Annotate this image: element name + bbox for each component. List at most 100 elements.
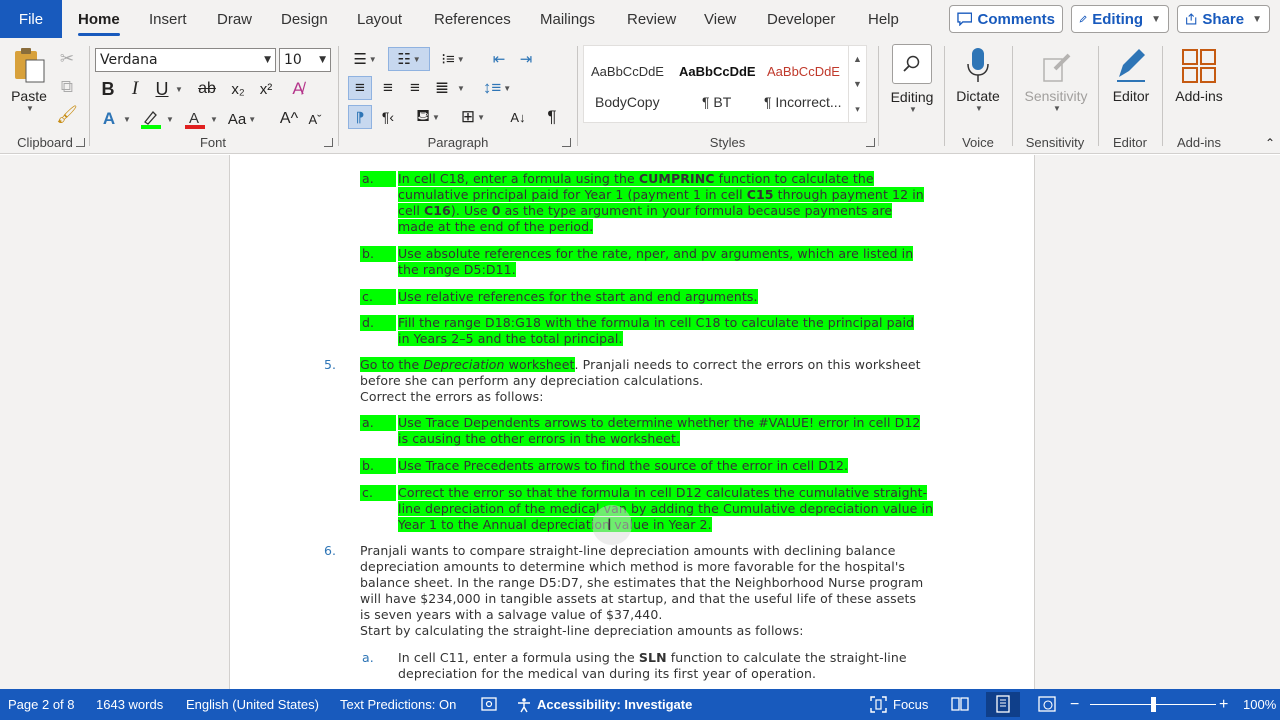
underline-button[interactable]: U [152, 77, 172, 101]
document-page[interactable]: a. In cell C18, enter a formula using th… [229, 155, 1035, 689]
tab-help[interactable]: Help [868, 0, 899, 38]
cut-icon[interactable]: ✂ [56, 48, 78, 70]
svg-text:A: A [189, 110, 199, 127]
print-layout-button[interactable] [986, 692, 1020, 717]
ltr-paragraph-icon[interactable]: ⁋ [348, 105, 372, 129]
underline-dropdown[interactable]: ▼ [172, 77, 184, 101]
tab-home[interactable]: Home [78, 0, 120, 38]
tab-references[interactable]: References [434, 0, 511, 38]
line-spacing-button[interactable]: ↕≡ ▼ [480, 76, 514, 100]
print-layout-icon [996, 695, 1010, 713]
web-layout-icon[interactable] [1038, 695, 1056, 713]
increase-indent-icon[interactable]: ⇥ [514, 47, 538, 71]
clipboard-launcher-icon[interactable] [76, 138, 85, 147]
text-predictions-status[interactable]: Text Predictions: On [340, 689, 456, 720]
font-color-dropdown[interactable]: ▼ [207, 106, 219, 132]
shrink-font-icon[interactable]: Aˇ [304, 106, 326, 132]
align-center-icon[interactable]: ≡ [376, 76, 400, 100]
sort-icon[interactable]: A↓ [506, 105, 530, 129]
decrease-indent-icon[interactable]: ⇤ [487, 47, 511, 71]
text-effects-dropdown[interactable]: ▼ [120, 106, 132, 132]
comments-label: Comments [977, 10, 1055, 28]
focus-mode-button[interactable]: Focus [870, 689, 928, 720]
macro-recording-icon[interactable] [480, 695, 498, 713]
clear-formatting-icon[interactable]: A̸ [286, 77, 310, 101]
word-count[interactable]: 1643 words [96, 689, 163, 720]
font-color-button[interactable]: A [183, 106, 207, 132]
show-formatting-marks-icon[interactable]: ¶ [540, 105, 564, 129]
tab-insert[interactable]: Insert [149, 0, 187, 38]
justify-icon[interactable]: ≣ [430, 76, 454, 100]
borders-button[interactable]: ⊞ ▼ [455, 105, 491, 129]
strikethrough-button[interactable]: ab [196, 77, 218, 101]
dictate-button[interactable]: Dictate ▼ [949, 44, 1007, 113]
bullets-button[interactable]: ☰ ▼ [348, 47, 382, 71]
justify-dropdown[interactable]: ▼ [454, 76, 466, 100]
grow-font-button[interactable]: A^ [278, 106, 300, 132]
language-indicator[interactable]: English (United States) [186, 689, 319, 720]
align-right-icon[interactable]: ≡ [403, 76, 427, 100]
tab-layout[interactable]: Layout [357, 0, 402, 38]
sensitivity-button[interactable]: Sensitivity ▼ [1017, 44, 1095, 113]
accessibility-status[interactable]: Accessibility: Investigate [516, 689, 692, 720]
tab-file[interactable]: File [0, 0, 62, 38]
highlight-dropdown[interactable]: ▼ [163, 106, 175, 132]
list-marker: b. [360, 246, 396, 262]
paste-button[interactable]: Paste ▼ [6, 44, 52, 113]
zoom-level[interactable]: 100% [1243, 689, 1276, 720]
text-effects-icon[interactable]: A [98, 106, 120, 132]
share-button[interactable]: Share ▼ [1177, 5, 1270, 33]
tab-design[interactable]: Design [281, 0, 328, 38]
bold-button[interactable]: B [98, 77, 118, 101]
step-paragraph: Pranjali wants to compare straight-line … [360, 543, 923, 639]
tab-review[interactable]: Review [627, 0, 676, 38]
font-name-combobox[interactable]: Verdana ▼ [95, 48, 276, 72]
superscript-button[interactable]: x² [255, 77, 277, 101]
paragraph-launcher-icon[interactable] [562, 138, 571, 147]
voice-group: Dictate ▼ Voice [945, 42, 1011, 152]
font-size-combobox[interactable]: 10 ▼ [279, 48, 331, 72]
dictate-label: Dictate [956, 88, 1000, 104]
zoom-out-button[interactable]: − [1070, 689, 1079, 720]
tab-view[interactable]: View [704, 0, 736, 38]
paragraph-group-label: Paragraph [427, 135, 489, 150]
read-mode-icon[interactable] [951, 695, 969, 713]
chevron-down-icon: ▼ [248, 114, 257, 124]
italic-button[interactable]: I [125, 77, 145, 101]
tab-draw[interactable]: Draw [217, 0, 252, 38]
share-label: Share [1202, 10, 1245, 28]
zoom-in-button[interactable]: + [1219, 689, 1228, 720]
paste-icon [9, 44, 49, 88]
tab-mailings[interactable]: Mailings [540, 0, 595, 38]
rtl-paragraph-icon[interactable]: ¶‹ [376, 105, 400, 129]
font-launcher-icon[interactable] [324, 138, 333, 147]
addins-button[interactable]: Add-ins [1167, 44, 1231, 104]
text-line: depreciation for the medical van during … [398, 666, 817, 681]
shading-button[interactable]: ⛾ ▼ [410, 105, 446, 129]
comments-button[interactable]: Comments [949, 5, 1063, 33]
list-item: In cell C18, enter a formula using the C… [398, 171, 924, 235]
group-separator [577, 46, 578, 146]
styles-launcher-icon[interactable] [866, 138, 875, 147]
align-left-icon[interactable]: ≡ [348, 76, 372, 100]
format-painter-icon[interactable]: 🖌 [56, 104, 78, 126]
numbering-button[interactable]: ☷ ▼ [388, 47, 430, 71]
copy-icon[interactable]: ⧉ [56, 76, 78, 98]
share-icon [1186, 13, 1197, 25]
chevron-down-icon: ▼ [26, 104, 34, 113]
numbered-list-icon: ☷ [397, 51, 411, 68]
editor-button[interactable]: Editor [1103, 44, 1159, 104]
editing-mode-button[interactable]: Editing ▼ [1071, 5, 1169, 33]
page-count[interactable]: Page 2 of 8 [8, 689, 75, 720]
tab-developer[interactable]: Developer [767, 0, 835, 38]
collapse-ribbon-icon[interactable]: ⌃ [1262, 136, 1278, 150]
multilevel-list-button[interactable]: ⁝≡ ▼ [436, 47, 470, 71]
editing-button[interactable]: Editing ▼ [884, 44, 940, 114]
change-case-button[interactable]: Aa ▼ [228, 106, 256, 132]
group-separator [878, 46, 879, 146]
highlight-color-button[interactable] [139, 106, 163, 132]
microphone-icon [958, 44, 998, 88]
zoom-slider-thumb[interactable] [1150, 697, 1156, 712]
subscript-button[interactable]: x₂ [227, 77, 249, 101]
font-size-value: 10 [284, 52, 302, 68]
